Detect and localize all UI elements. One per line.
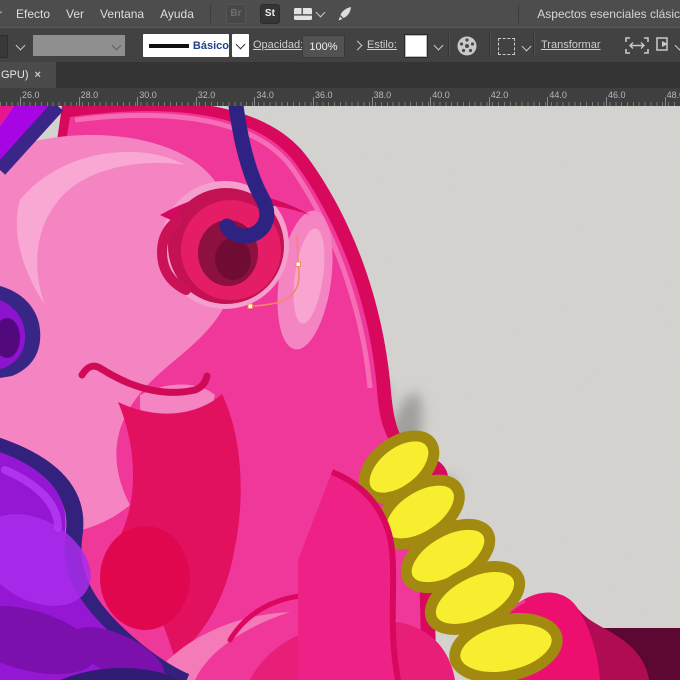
stroke-style-value: Básico [192, 39, 229, 52]
select-similar-icon[interactable] [498, 38, 515, 55]
rocket-share-icon[interactable] [336, 5, 354, 23]
graphic-style-swatch[interactable] [404, 34, 428, 58]
anchor-point [295, 261, 301, 267]
stroke-sample-line [149, 43, 189, 48]
ruler-label: 26.0 [22, 90, 40, 100]
control-divider [533, 33, 535, 58]
opacity-input[interactable]: 100% [302, 35, 345, 58]
menu-item-ayuda[interactable]: Ayuda [152, 7, 202, 21]
ruler-label: 42.0 [490, 90, 509, 100]
artwork-svg [0, 98, 680, 680]
workspace-switcher-icon[interactable] [293, 6, 313, 22]
transform-link[interactable]: Transformar [541, 28, 601, 63]
stroke-chevron-icon [235, 39, 246, 50]
ruler-label: 40.0 [432, 90, 450, 100]
menu-item-ver[interactable]: Ver [58, 7, 92, 21]
clipped-widget [0, 35, 8, 58]
control-divider [448, 33, 450, 58]
horizontal-ruler[interactable]: 26.0 28.0 30.0 32.0 34.0 36.0 38.0 40.0 … [0, 88, 680, 107]
style-label[interactable]: Estilo: [367, 28, 397, 63]
recolor-artwork-icon[interactable] [456, 35, 478, 57]
workspace-label[interactable]: Aspectos esenciales clásic [537, 7, 680, 21]
tab-close-icon[interactable]: × [35, 69, 41, 81]
workspace-chevron-icon[interactable] [315, 7, 326, 18]
ruler-label: 46.0 [608, 90, 626, 100]
illustrator-window: r Efecto Ver Ventana Ayuda Br St Aspecto… [0, 0, 680, 680]
bridge-icon[interactable]: Br [225, 3, 246, 24]
ruler-label: 48.0 [666, 90, 680, 100]
ruler-label: 44.0 [549, 90, 567, 100]
document-tab-title: GPU) [1, 69, 29, 81]
control-bar: Básico Opacidad: 100% Estilo: Transforma… [0, 27, 680, 63]
document-tab[interactable]: GPU) × [0, 62, 56, 88]
bounding-box-icon[interactable] [625, 37, 649, 54]
stroke-style-dropdown[interactable]: Básico [143, 34, 229, 57]
menu-item-clipped[interactable]: r [0, 7, 8, 21]
artwork-canvas[interactable] [0, 98, 680, 680]
ruler-label: 32.0 [197, 90, 216, 100]
ruler-label: 38.0 [373, 90, 392, 100]
menu-bar: r Efecto Ver Ventana Ayuda Br St Aspecto… [0, 0, 680, 27]
document-tab-bar: GPU) × [0, 62, 680, 88]
opacity-expand-icon[interactable] [352, 40, 363, 51]
select-similar-chevron-icon[interactable] [521, 41, 532, 52]
menu-divider [209, 4, 211, 23]
style-chevron-icon[interactable] [433, 40, 444, 51]
stroke-style-chevron-button[interactable] [232, 34, 249, 57]
ruler-label: 30.0 [139, 90, 157, 100]
artboard-options-icon[interactable] [655, 36, 671, 54]
menu-item-efecto[interactable]: Efecto [8, 7, 58, 21]
ruler-label: 34.0 [256, 90, 274, 100]
menu-item-ventana[interactable]: Ventana [92, 7, 152, 21]
menu-divider-right [518, 4, 520, 23]
opacity-label[interactable]: Opacidad: [253, 28, 303, 63]
fill-chevron-icon[interactable] [15, 40, 26, 51]
disabled-field [33, 35, 125, 56]
ruler-label: 28.0 [80, 90, 99, 100]
anchor-point [247, 303, 253, 309]
stock-icon[interactable]: St [259, 3, 280, 24]
control-divider [489, 33, 491, 58]
disabled-chevron-icon [111, 40, 122, 51]
artboard-chevron-icon[interactable] [674, 40, 680, 51]
ruler-label: 36.0 [315, 90, 333, 100]
